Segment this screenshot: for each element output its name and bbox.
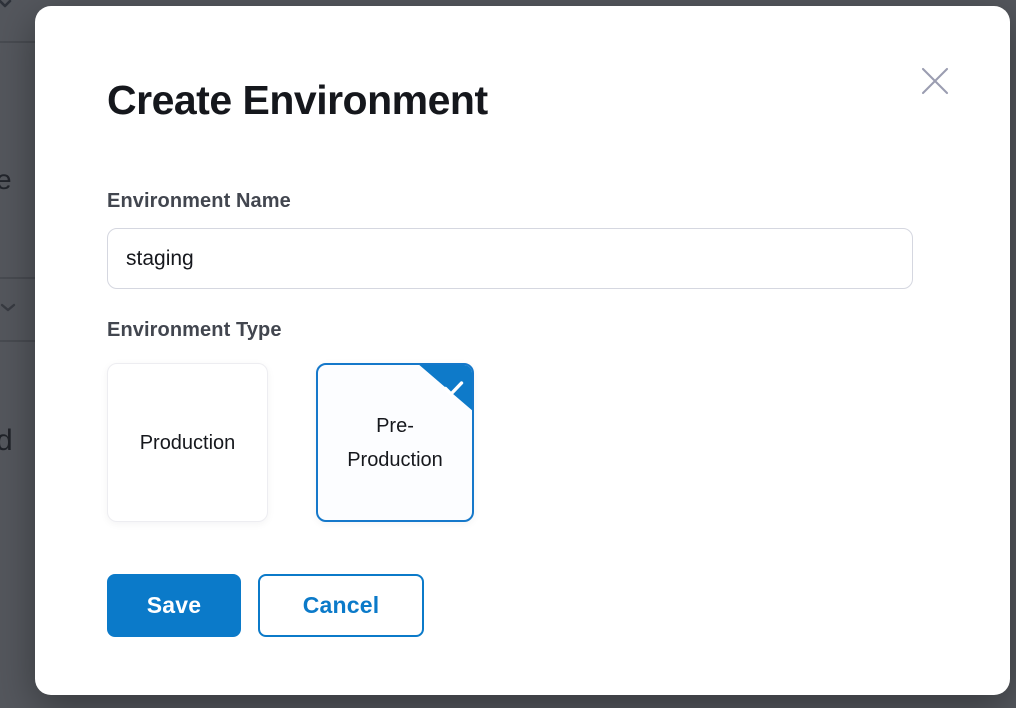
background-divider xyxy=(0,340,35,342)
environment-type-option-production[interactable]: Production xyxy=(107,363,268,522)
environment-type-option-pre-production[interactable]: Pre-Production xyxy=(316,363,474,522)
environment-type-label: Environment Type xyxy=(107,319,282,342)
environment-name-input[interactable] xyxy=(107,228,913,289)
chevron-down-icon xyxy=(0,0,14,17)
dialog-title: Create Environment xyxy=(107,78,488,123)
cancel-button[interactable]: Cancel xyxy=(258,574,424,637)
save-button[interactable]: Save xyxy=(107,574,241,637)
background-divider xyxy=(0,277,35,279)
check-icon xyxy=(443,374,464,408)
create-environment-dialog: Create Environment Environment Name Envi… xyxy=(35,6,1010,695)
option-label: Production xyxy=(140,426,236,460)
close-button[interactable] xyxy=(918,64,952,98)
background-partial-text: d xyxy=(0,424,13,458)
background-partial-text: e xyxy=(0,164,12,196)
option-label: Pre-Production xyxy=(340,409,450,477)
x-icon xyxy=(921,67,949,95)
environment-name-label: Environment Name xyxy=(107,190,291,213)
chevron-down-icon xyxy=(0,299,16,320)
background-divider xyxy=(0,41,35,43)
